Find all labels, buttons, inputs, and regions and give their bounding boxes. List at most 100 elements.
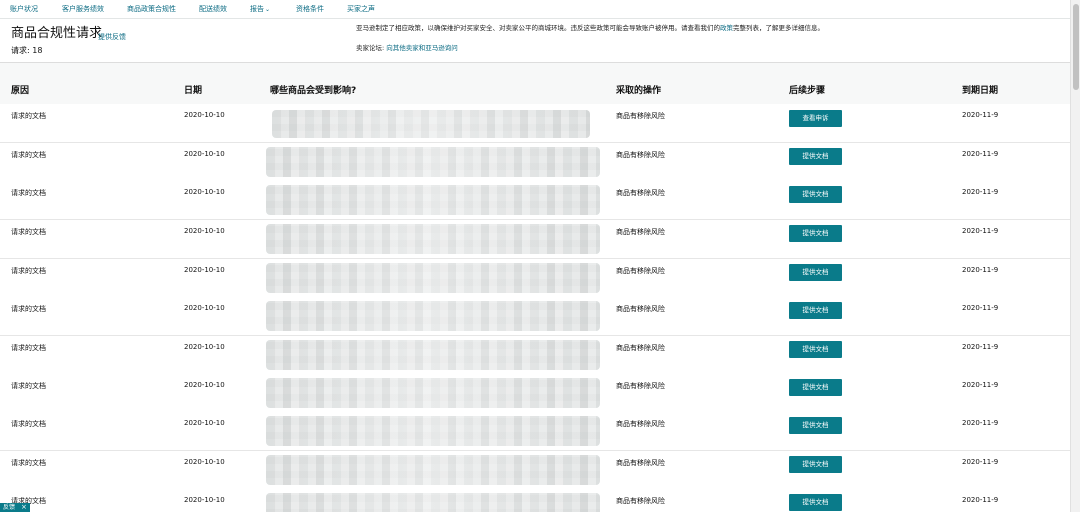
- action-cell: 商品有移除风险: [616, 497, 665, 505]
- provide-documents-button[interactable]: 提供文档: [789, 341, 842, 358]
- nav-item-reports[interactable]: 报告⌄: [250, 5, 270, 14]
- reason-cell: 请求的文档: [11, 382, 46, 390]
- action-cell: 商品有移除风险: [616, 305, 665, 313]
- column-header-next-step: 后续步骤: [789, 86, 826, 96]
- reason-cell: 请求的文档: [11, 305, 46, 313]
- nav-item-product-policy[interactable]: 商品政策合规性: [127, 5, 176, 14]
- top-nav: 账户状况 客户服务绩效 商品政策合规性 配送绩效 报告⌄ 资格条件 买家之声: [0, 0, 1070, 19]
- reason-cell: 请求的文档: [11, 344, 46, 352]
- table-row: 请求的文档 2020-10-10 商品有移除风险 提供文档 2020-11-9: [0, 451, 1070, 490]
- action-cell: 商品有移除风险: [616, 189, 665, 197]
- date-cell: 2020-10-10: [184, 188, 225, 196]
- policy-link[interactable]: 政策: [720, 24, 733, 32]
- provide-documents-button[interactable]: 提供文档: [789, 456, 842, 473]
- feedback-tab-label: 反馈: [3, 504, 16, 511]
- page: 账户状况 客户服务绩效 商品政策合规性 配送绩效 报告⌄ 资格条件 买家之声 商…: [0, 0, 1080, 512]
- table-row: 请求的文档 2020-10-10 商品有移除风险 提供文档 2020-11-9: [0, 297, 1070, 336]
- action-cell: 商品有移除风险: [616, 382, 665, 390]
- due-date-cell: 2020-11-9: [962, 188, 999, 196]
- reason-cell: 请求的文档: [11, 267, 46, 275]
- nav-item-reports-label: 报告: [250, 5, 264, 13]
- date-cell: 2020-10-10: [184, 111, 225, 119]
- date-cell: 2020-10-10: [184, 343, 225, 351]
- redacted-products: [266, 263, 600, 293]
- column-header-due-date: 到期日期: [962, 86, 999, 96]
- policy-notice: 亚马逊制定了相应政策，以确保维护对买家安全、对卖家公平的商城环境。违反这些政策可…: [356, 24, 824, 33]
- provide-documents-button[interactable]: 提供文档: [789, 225, 842, 242]
- column-header-action: 采取的操作: [616, 86, 662, 96]
- view-appeal-button[interactable]: 查看申诉: [789, 110, 842, 127]
- action-cell: 商品有移除风险: [616, 459, 665, 467]
- redacted-products: [266, 301, 600, 331]
- due-date-cell: 2020-11-9: [962, 111, 999, 119]
- date-cell: 2020-10-10: [184, 458, 225, 466]
- redacted-products: [266, 378, 600, 408]
- provide-documents-button[interactable]: 提供文档: [789, 186, 842, 203]
- provide-documents-button[interactable]: 提供文档: [789, 494, 842, 511]
- column-header-affected-products: 哪些商品会受到影响?: [270, 86, 357, 96]
- vertical-scrollbar[interactable]: [1070, 0, 1080, 512]
- table-row: 请求的文档 2020-10-10 商品有移除风险 提供文档 2020-11-9: [0, 220, 1070, 259]
- table-body: 请求的文档 2020-10-10 商品有移除风险 查看申诉 2020-11-9 …: [0, 104, 1070, 512]
- date-cell: 2020-10-10: [184, 227, 225, 235]
- nav-item-account-health[interactable]: 账户状况: [10, 5, 38, 14]
- redacted-products: [266, 185, 600, 215]
- reason-cell: 请求的文档: [11, 459, 46, 467]
- nav-item-shipping[interactable]: 配送绩效: [199, 5, 227, 14]
- due-date-cell: 2020-11-9: [962, 381, 999, 389]
- due-date-cell: 2020-11-9: [962, 496, 999, 504]
- due-date-cell: 2020-11-9: [962, 266, 999, 274]
- table-row: 请求的文档 2020-10-10 商品有移除风险 提供文档 2020-11-9: [0, 336, 1070, 375]
- redacted-products: [272, 110, 590, 138]
- action-cell: 商品有移除风险: [616, 267, 665, 275]
- policy-notice-tail: 完整列表，了解更多详细信息。: [733, 24, 824, 32]
- reason-cell: 请求的文档: [11, 151, 46, 159]
- due-date-cell: 2020-11-9: [962, 304, 999, 312]
- date-cell: 2020-10-10: [184, 419, 225, 427]
- due-date-cell: 2020-11-9: [962, 227, 999, 235]
- nav-item-customer-service[interactable]: 客户服务绩效: [62, 5, 104, 14]
- action-cell: 商品有移除风险: [616, 112, 665, 120]
- date-cell: 2020-10-10: [184, 304, 225, 312]
- redacted-products: [266, 224, 600, 254]
- nav-item-eligibility[interactable]: 资格条件: [296, 5, 324, 14]
- redacted-products: [266, 147, 600, 177]
- column-header-reason: 原因: [11, 86, 30, 96]
- reason-cell: 请求的文档: [11, 420, 46, 428]
- feedback-link[interactable]: 提供反馈: [98, 32, 126, 42]
- provide-documents-button[interactable]: 提供文档: [789, 417, 842, 434]
- seller-forum-label: 卖家论坛:: [356, 44, 387, 52]
- scrollbar-thumb[interactable]: [1073, 4, 1079, 90]
- feedback-tab[interactable]: 反馈 ×: [0, 503, 30, 512]
- nav-item-voice-of-customer[interactable]: 买家之声: [347, 5, 375, 14]
- redacted-products: [266, 340, 600, 370]
- column-header-date: 日期: [184, 86, 203, 96]
- close-icon[interactable]: ×: [21, 503, 27, 511]
- provide-documents-button[interactable]: 提供文档: [789, 379, 842, 396]
- table-row: 请求的文档 2020-10-10 商品有移除风险 提供文档 2020-11-9: [0, 412, 1070, 451]
- provide-documents-button[interactable]: 提供文档: [789, 302, 842, 319]
- action-cell: 商品有移除风险: [616, 420, 665, 428]
- redacted-products: [266, 493, 600, 512]
- seller-forum-link[interactable]: 向其他卖家和亚马逊询问: [386, 44, 458, 52]
- provide-documents-button[interactable]: 提供文档: [789, 148, 842, 165]
- action-cell: 商品有移除风险: [616, 228, 665, 236]
- table-header: 原因 日期 哪些商品会受到影响? 采取的操作 后续步骤 到期日期: [0, 63, 1070, 105]
- reason-cell: 请求的文档: [11, 112, 46, 120]
- table-row: 请求的文档 2020-10-10 商品有移除风险 提供文档 2020-11-9: [0, 181, 1070, 220]
- table-row: 请求的文档 2020-10-10 商品有移除风险 提供文档 2020-11-9: [0, 489, 1070, 512]
- action-cell: 商品有移除风险: [616, 151, 665, 159]
- reason-cell: 请求的文档: [11, 189, 46, 197]
- due-date-cell: 2020-11-9: [962, 343, 999, 351]
- seller-forum: 卖家论坛: 向其他卖家和亚马逊询问: [356, 42, 458, 52]
- table-row: 请求的文档 2020-10-10 商品有移除风险 提供文档 2020-11-9: [0, 259, 1070, 298]
- page-title: 商品合规性请求: [11, 26, 103, 41]
- date-cell: 2020-10-10: [184, 496, 225, 504]
- due-date-cell: 2020-11-9: [962, 150, 999, 158]
- date-cell: 2020-10-10: [184, 150, 225, 158]
- date-cell: 2020-10-10: [184, 266, 225, 274]
- table-row: 请求的文档 2020-10-10 商品有移除风险 查看申诉 2020-11-9: [0, 104, 1070, 143]
- table-row: 请求的文档 2020-10-10 商品有移除风险 提供文档 2020-11-9: [0, 143, 1070, 182]
- action-cell: 商品有移除风险: [616, 344, 665, 352]
- provide-documents-button[interactable]: 提供文档: [789, 264, 842, 281]
